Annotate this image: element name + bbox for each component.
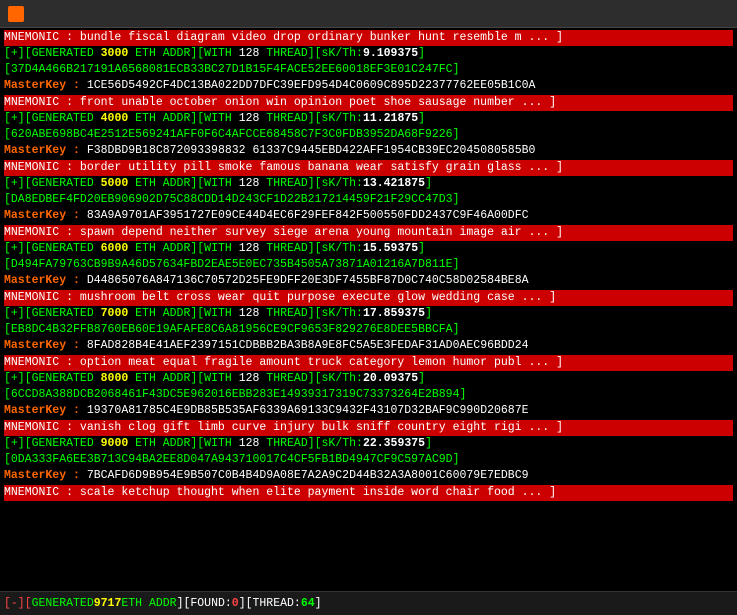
status-found-value: 0 bbox=[232, 597, 239, 610]
block-3: MNEMONIC : spawn depend neither survey s… bbox=[4, 225, 733, 289]
block-2: MNEMONIC : border utility pill smoke fam… bbox=[4, 160, 733, 224]
addr-line-4: [EB8DC4B32FFB8760EB60E19AFAFE8C6A81956CE… bbox=[4, 322, 733, 338]
status-thread-value: 64 bbox=[301, 597, 315, 610]
block-0: MNEMONIC : bundle fiscal diagram video d… bbox=[4, 30, 733, 94]
generated-line-0: [+][GENERATED 3000 ETH ADDR][WITH 128 TH… bbox=[4, 46, 733, 62]
app-icon bbox=[8, 6, 24, 22]
masterkey-line-1: MasterKey : F38DBD9B18C872093398832 6133… bbox=[4, 143, 733, 159]
addr-line-1: [620ABE698BC4E2512E569241AFF0F6C4AFCCE68… bbox=[4, 127, 733, 143]
block-7: MNEMONIC : scale ketchup thought when el… bbox=[4, 485, 733, 501]
masterkey-line-5: MasterKey : 19370A81785C4E9DB85B535AF633… bbox=[4, 403, 733, 419]
addr-line-2: [DA8EDBEF4FD20EB906902D75C88CDD14D243CF1… bbox=[4, 192, 733, 208]
status-found-label: ][FOUND: bbox=[177, 597, 232, 610]
addr-line-3: [D494FA79763CB9B9A46D57634FBD2EAE5E0EC73… bbox=[4, 257, 733, 273]
mnemonic-line-0: MNEMONIC : bundle fiscal diagram video d… bbox=[4, 30, 733, 46]
status-scan-number: 9717 bbox=[94, 597, 122, 610]
block-4: MNEMONIC : mushroom belt cross wear quit… bbox=[4, 290, 733, 354]
generated-line-1: [+][GENERATED 4000 ETH ADDR][WITH 128 TH… bbox=[4, 111, 733, 127]
status-prefix: [-][ bbox=[4, 597, 32, 610]
mnemonic-line-2: MNEMONIC : border utility pill smoke fam… bbox=[4, 160, 733, 176]
mnemonic-line-4: MNEMONIC : mushroom belt cross wear quit… bbox=[4, 290, 733, 306]
status-thread-label: ][THREAD: bbox=[239, 597, 301, 610]
generated-line-2: [+][GENERATED 5000 ETH ADDR][WITH 128 TH… bbox=[4, 176, 733, 192]
mnemonic-line-6: MNEMONIC : vanish clog gift limb curve i… bbox=[4, 420, 733, 436]
mnemonic-line-1: MNEMONIC : front unable october onion wi… bbox=[4, 95, 733, 111]
block-6: MNEMONIC : vanish clog gift limb curve i… bbox=[4, 420, 733, 484]
status-eth-label: ETH ADDR bbox=[121, 597, 176, 610]
main-content: MNEMONIC : bundle fiscal diagram video d… bbox=[0, 28, 737, 591]
mnemonic-line-7: MNEMONIC : scale ketchup thought when el… bbox=[4, 485, 733, 501]
generated-line-3: [+][GENERATED 6000 ETH ADDR][WITH 128 TH… bbox=[4, 241, 733, 257]
status-suffix: ] bbox=[315, 597, 322, 610]
masterkey-line-0: MasterKey : 1CE56D5492CF4DC13BA022DD7DFC… bbox=[4, 78, 733, 94]
addr-line-0: [37D4A466B217191A6568081ECB33BC27D1B15F4… bbox=[4, 62, 733, 78]
masterkey-line-3: MasterKey : D44865076A847136C70572D25FE9… bbox=[4, 273, 733, 289]
mnemonic-line-3: MNEMONIC : spawn depend neither survey s… bbox=[4, 225, 733, 241]
block-5: MNEMONIC : option meat equal fragile amo… bbox=[4, 355, 733, 419]
generated-line-4: [+][GENERATED 7000 ETH ADDR][WITH 128 TH… bbox=[4, 306, 733, 322]
status-bar: [-][ GENERATED 9717 ETH ADDR ][FOUND:0][… bbox=[0, 591, 737, 615]
block-1: MNEMONIC : front unable october onion wi… bbox=[4, 95, 733, 159]
generated-line-6: [+][GENERATED 9000 ETH ADDR][WITH 128 TH… bbox=[4, 436, 733, 452]
addr-line-5: [6CCD8A388DCB2068461F43DC5E962016EBB283E… bbox=[4, 387, 733, 403]
generated-line-5: [+][GENERATED 8000 ETH ADDR][WITH 128 TH… bbox=[4, 371, 733, 387]
masterkey-line-2: MasterKey : 83A9A9701AF3951727E09CE44D4E… bbox=[4, 208, 733, 224]
masterkey-line-6: MasterKey : 7BCAFD6D9B954E9B507C0B4B4D9A… bbox=[4, 468, 733, 484]
addr-line-6: [0DA333FA6EE3B713C94BA2EE8D047A943710017… bbox=[4, 452, 733, 468]
title-bar bbox=[0, 0, 737, 28]
mnemonic-line-5: MNEMONIC : option meat equal fragile amo… bbox=[4, 355, 733, 371]
masterkey-line-4: MasterKey : 8FAD828B4E41AEF2397151CDBBB2… bbox=[4, 338, 733, 354]
status-generated-label: GENERATED bbox=[32, 597, 94, 610]
